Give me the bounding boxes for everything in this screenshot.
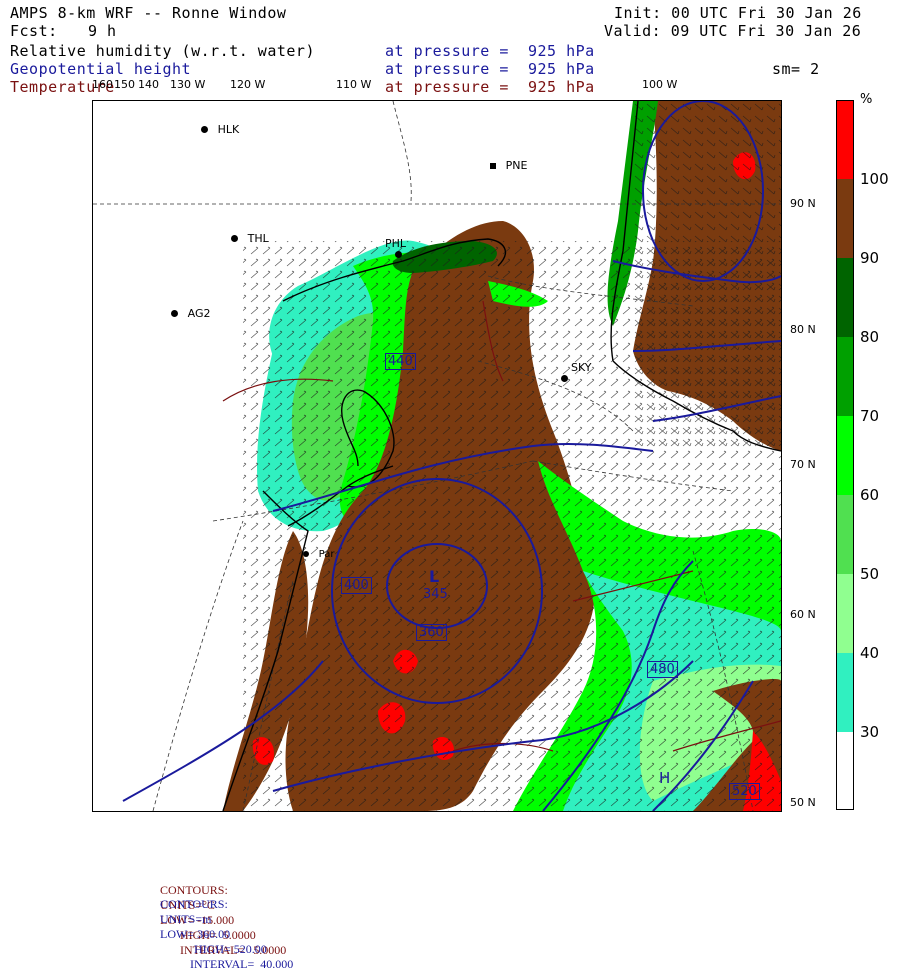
lat-label-50n: 50 N (790, 796, 816, 809)
high-center-label: H (659, 769, 671, 787)
station-label: Par (318, 549, 335, 560)
station-thl[interactable]: THL (231, 227, 269, 246)
colorbar-tick-60: 60 (860, 486, 880, 504)
lon-label-100w: 100 W (642, 78, 678, 91)
station-pne[interactable]: PNE (490, 154, 527, 173)
colorbar-band-40 (837, 574, 853, 653)
rh-colorbar (836, 100, 854, 810)
field-rh-level: at pressure = 925 hPa (385, 42, 595, 60)
station-label: SKY (571, 361, 592, 374)
footer-low: LOW= 360.00 (160, 927, 231, 941)
station-par[interactable]: Par (303, 542, 334, 561)
contour-label-400: 400 (341, 577, 372, 594)
contour-label-360: 360 (416, 624, 447, 641)
station-label: AG2 (187, 307, 211, 320)
colorbar-tick-100: 100 (860, 170, 889, 188)
lat-label-80n: 80 N (790, 323, 816, 336)
colorbar-tick-80: 80 (860, 328, 880, 346)
colorbar-band-70 (837, 337, 853, 416)
station-phl[interactable]: PHL (385, 232, 406, 258)
station-sky[interactable]: SKY (561, 356, 592, 382)
station-marker-icon (395, 251, 402, 258)
lon-label-120w: 120 W (230, 78, 266, 91)
contour-label-440: 440 (385, 353, 416, 370)
station-label: PHL (385, 237, 407, 250)
colorbar-band-50 (837, 495, 853, 574)
smoothing-label: sm= 2 (772, 60, 820, 78)
station-marker-icon (490, 163, 496, 169)
wind-barbs-overlay-2 (633, 101, 781, 451)
map-panel[interactable]: HLK PNE THL PHL AG2 SKY Par 345 360 400 … (92, 100, 782, 812)
init-time: Init: 00 UTC Fri 30 Jan 26 (614, 4, 862, 22)
colorbar-tick-50: 50 (860, 565, 880, 583)
field-rh-name: Relative humidity (w.r.t. water) (10, 42, 315, 60)
forecast-value: 9 h (88, 22, 117, 40)
footer-interval: INTERVAL= 40.000 (190, 957, 294, 971)
colorbar-tick-70: 70 (860, 407, 880, 425)
station-label: PNE (505, 159, 528, 172)
lon-label-130w: 130 W (170, 78, 206, 91)
colorbar-tick-90: 90 (860, 249, 880, 267)
contour-label-345: 345 (423, 587, 448, 602)
colorbar-band-below-30 (837, 732, 853, 809)
field-gph-level: at pressure = 925 hPa (385, 60, 595, 78)
lon-label-160: 160 (92, 78, 113, 91)
station-label: THL (247, 232, 269, 245)
colorbar-band-90 (837, 179, 853, 258)
footer-units: UNITS=m (160, 912, 212, 926)
colorbar-band-100 (837, 101, 853, 179)
footer-high: HIGH= 520.00 (194, 942, 267, 956)
footer-height-contours: CONTOURS: UNITS=m LOW= 360.00 HIGH= 520.… (154, 882, 293, 972)
map-canvas (93, 101, 781, 811)
station-hlk[interactable]: HLK (201, 118, 239, 137)
lat-label-70n: 70 N (790, 458, 816, 471)
field-gph-name: Geopotential height (10, 60, 192, 78)
colorbar-unit: % (860, 92, 873, 107)
lat-label-90n: 90 N (790, 197, 816, 210)
colorbar-band-60 (837, 416, 853, 495)
forecast-label: Fcst: (10, 22, 58, 40)
colorbar-tick-30: 30 (860, 723, 880, 741)
lon-label-150: 150 (114, 78, 135, 91)
station-marker-icon (561, 375, 568, 382)
low-center-label: L (429, 567, 440, 586)
contour-label-520: 520 (729, 783, 760, 800)
lat-label-60n: 60 N (790, 608, 816, 621)
station-marker-icon (303, 551, 309, 557)
colorbar-band-80 (837, 258, 853, 337)
map-title: AMPS 8-km WRF -- Ronne Window (10, 4, 287, 22)
lon-label-110w: 110 W (336, 78, 372, 91)
colorbar-tick-40: 40 (860, 644, 880, 662)
field-temp-level: at pressure = 925 hPa (385, 78, 595, 96)
station-marker-icon (171, 310, 178, 317)
station-label: HLK (217, 123, 240, 136)
footer-label: CONTOURS: (160, 897, 228, 911)
contour-label-480: 480 (647, 661, 678, 678)
station-ag2[interactable]: AG2 (171, 302, 211, 321)
valid-time: Valid: 09 UTC Fri 30 Jan 26 (604, 22, 862, 40)
station-marker-icon (201, 126, 208, 133)
station-marker-icon (231, 235, 238, 242)
lon-label-140: 140 (138, 78, 159, 91)
colorbar-band-30 (837, 653, 853, 732)
